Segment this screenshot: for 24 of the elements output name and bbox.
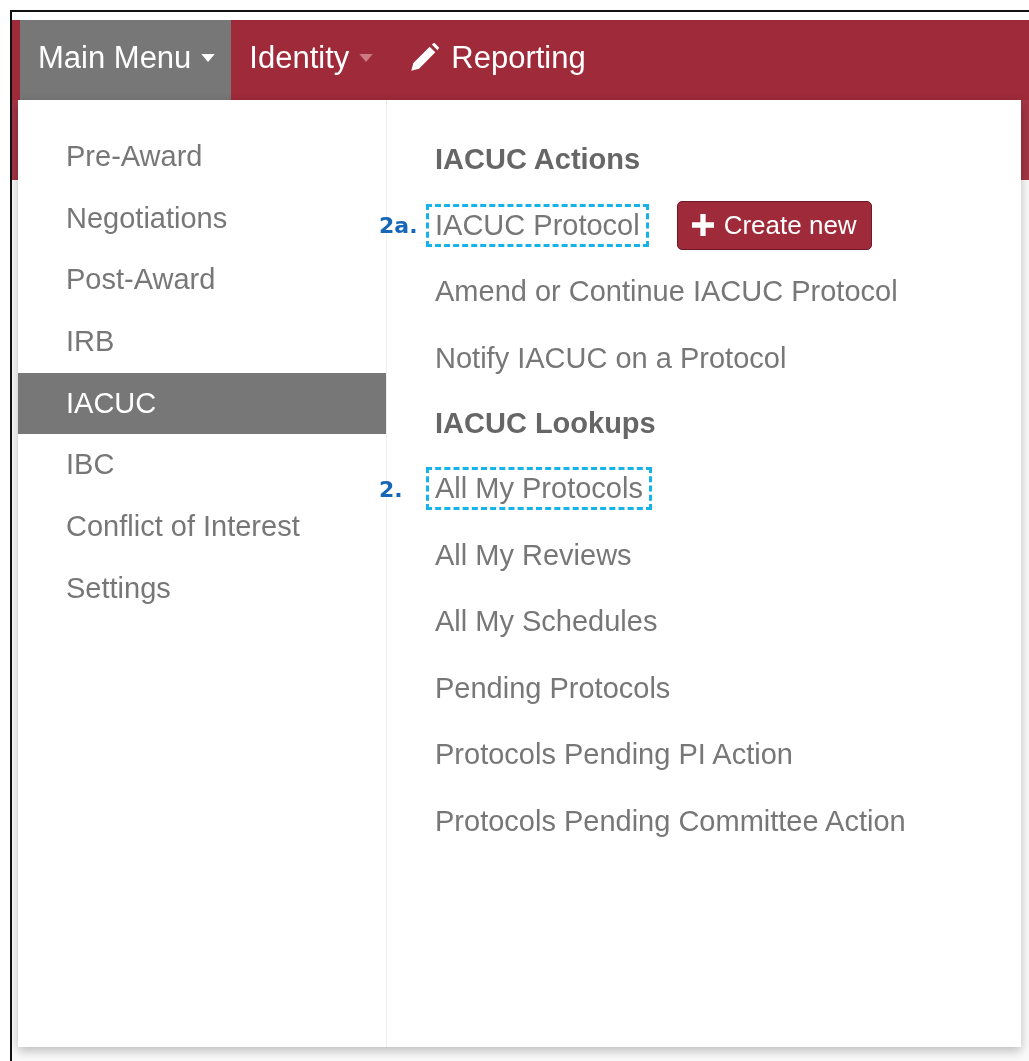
plus-icon — [691, 214, 714, 237]
menu-section-header: IACUC Actions — [435, 142, 642, 177]
create-new-button[interactable]: Create new — [676, 200, 872, 250]
menu-item[interactable]: Settings — [18, 557, 386, 620]
menu-link[interactable]: Notify IACUC on a Protocol — [435, 337, 787, 379]
menu-link[interactable]: Protocols Pending PI Action — [435, 734, 793, 776]
menu-link[interactable]: All My Protocols — [426, 467, 652, 511]
menu-item[interactable]: Post-Award — [18, 249, 386, 312]
menu-link[interactable]: Amend or Continue IACUC Protocol — [435, 271, 898, 313]
nav-menu-item[interactable]: Reporting — [389, 20, 602, 100]
menu-section-header: IACUC Lookups — [435, 405, 657, 441]
caret-icon — [359, 53, 374, 63]
menu-item[interactable]: Pre-Award — [18, 126, 386, 188]
menu-item[interactable]: IRB — [18, 311, 386, 373]
menu-link[interactable]: All My Reviews — [435, 534, 632, 576]
menu-link[interactable]: Protocols Pending Committee Action — [435, 800, 906, 842]
menu-link[interactable]: Pending Protocols — [435, 667, 671, 709]
menu-item[interactable]: IACUC — [18, 372, 386, 435]
menu-link[interactable]: IACUC Protocol — [426, 203, 649, 247]
nav-menu-item[interactable]: Identity — [231, 20, 390, 100]
caret-icon — [201, 53, 216, 63]
callout-label: 2a. — [379, 212, 418, 238]
nav-menu-item[interactable]: Main Menu — [20, 20, 232, 100]
menu-link[interactable]: All My Schedules — [435, 601, 658, 643]
